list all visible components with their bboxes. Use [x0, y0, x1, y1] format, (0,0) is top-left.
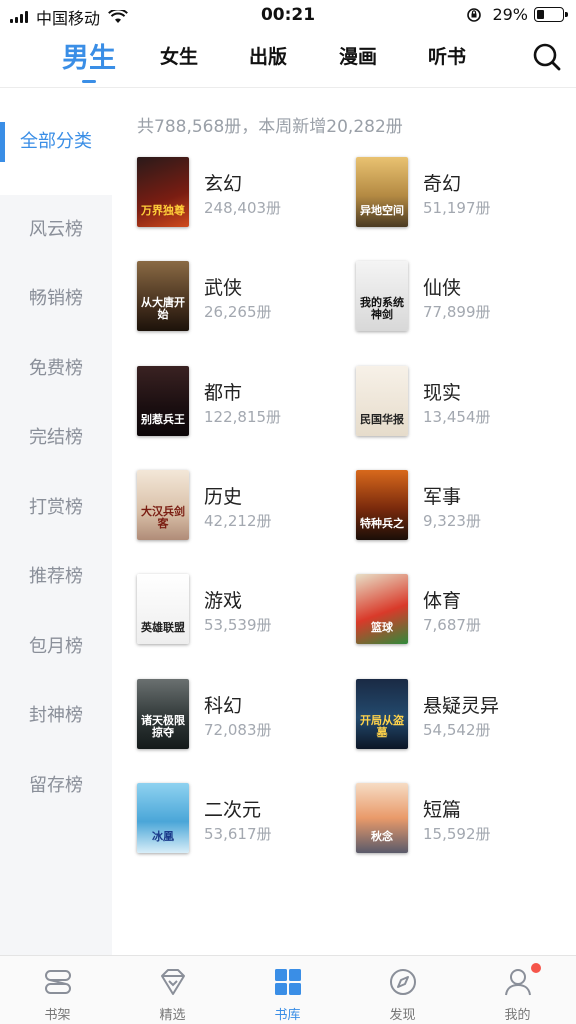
- book-cover: 诸天极限掠夺: [137, 679, 189, 749]
- category-count: 42,212册: [204, 512, 272, 530]
- book-cover: 英雄联盟: [137, 574, 189, 644]
- tab-label: 发现: [389, 1008, 416, 1023]
- category-name: 奇幻: [423, 173, 462, 195]
- category-duanpian[interactable]: 秋念 短篇 15,592册: [356, 783, 556, 857]
- category-name: 现实: [423, 382, 462, 404]
- category-count: 9,323册: [423, 512, 481, 530]
- tab-audiobook[interactable]: 听书: [428, 42, 466, 69]
- category-count: 72,083册: [204, 721, 272, 739]
- tab-featured[interactable]: 精选: [115, 956, 230, 1024]
- tab-female[interactable]: 女生: [160, 42, 198, 69]
- book-cover: 大汉兵剑客: [137, 470, 189, 540]
- category-junshi[interactable]: 特种兵之 军事 9,323册: [356, 470, 556, 544]
- category-xianshi[interactable]: 民国华报 现实 13,454册: [356, 366, 556, 440]
- book-cover: 特种兵之: [356, 470, 408, 540]
- book-cover: 从大唐开始: [137, 261, 189, 331]
- category-qihuan[interactable]: 异地空间 奇幻 51,197册: [356, 157, 556, 231]
- category-dushi[interactable]: 别惹兵王 都市 122,815册: [137, 366, 337, 440]
- book-cover: 篮球: [356, 574, 408, 644]
- top-nav: 男生 女生 出版 漫画 听书: [0, 30, 576, 88]
- tab-bookshelf[interactable]: 书架: [0, 956, 115, 1024]
- sidebar-item-reward[interactable]: 打赏榜: [0, 473, 112, 543]
- category-count: 26,265册: [204, 303, 272, 321]
- library-summary: 共788,568册，本周新增20,282册: [137, 117, 403, 137]
- user-icon: [505, 969, 531, 996]
- tab-comics[interactable]: 漫画: [339, 42, 377, 69]
- grid-icon: [275, 969, 301, 995]
- category-wuxia[interactable]: 从大唐开始 武侠 26,265册: [137, 261, 337, 335]
- sidebar-item-bestseller[interactable]: 畅销榜: [0, 264, 112, 334]
- category-lishi[interactable]: 大汉兵剑客 历史 42,212册: [137, 470, 337, 544]
- sidebar-item-all-categories[interactable]: 全部分类: [0, 89, 112, 195]
- sidebar-item-free[interactable]: 免费榜: [0, 334, 112, 404]
- category-count: 53,539册: [204, 616, 272, 634]
- category-count: 54,542册: [423, 721, 491, 739]
- category-tiyu[interactable]: 篮球 体育 7,687册: [356, 574, 556, 648]
- tab-label: 书库: [274, 1008, 301, 1023]
- category-count: 15,592册: [423, 825, 491, 843]
- book-cover: 别惹兵王: [137, 366, 189, 436]
- category-name: 都市: [204, 382, 243, 404]
- category-kehuan[interactable]: 诸天极限掠夺 科幻 72,083册: [137, 679, 337, 753]
- battery-icon: [534, 7, 568, 22]
- notification-badge: [531, 963, 541, 973]
- status-right: 29%: [466, 5, 568, 24]
- tab-profile[interactable]: 我的: [460, 956, 575, 1024]
- tab-publish[interactable]: 出版: [249, 42, 287, 69]
- rotation-lock-icon: [467, 7, 482, 22]
- battery-percent: 29%: [492, 5, 528, 24]
- book-cover: 秋念: [356, 783, 408, 853]
- status-bar: 中国移动 00:21 29%: [0, 0, 576, 30]
- tab-male[interactable]: 男生: [62, 36, 116, 83]
- category-count: 51,197册: [423, 199, 491, 217]
- sidebar-item-retention[interactable]: 留存榜: [0, 751, 112, 821]
- category-youxi[interactable]: 英雄联盟 游戏 53,539册: [137, 574, 337, 648]
- category-count: 122,815册: [204, 408, 282, 426]
- book-cover: 冰凰: [137, 783, 189, 853]
- category-name: 游戏: [204, 590, 243, 612]
- category-xuanhuan[interactable]: 万界独尊 玄幻 248,403册: [137, 157, 337, 231]
- bookshelf-icon: [45, 970, 71, 994]
- tab-discover[interactable]: 发现: [345, 956, 460, 1024]
- tab-label: 精选: [159, 1008, 186, 1023]
- bottom-tab-bar: 书架 精选 书库 发现 我的: [0, 955, 576, 1024]
- book-cover: 异地空间: [356, 157, 408, 227]
- category-erciyuan[interactable]: 冰凰 二次元 53,617册: [137, 783, 337, 857]
- compass-icon: [390, 969, 416, 995]
- category-name: 科幻: [204, 695, 243, 717]
- sidebar: 全部分类 风云榜 畅销榜 免费榜 完结榜 打赏榜 推荐榜 包月榜 封神榜 留存榜: [0, 89, 112, 955]
- category-xianxia[interactable]: 我的系统神剑 仙侠 77,899册: [356, 261, 556, 335]
- sidebar-item-monthly[interactable]: 包月榜: [0, 612, 112, 682]
- book-cover: 民国华报: [356, 366, 408, 436]
- category-name: 仙侠: [423, 277, 462, 299]
- tab-label: 书架: [44, 1008, 71, 1023]
- category-count: 7,687册: [423, 616, 481, 634]
- book-cover: 我的系统神剑: [356, 261, 408, 331]
- category-name: 历史: [204, 486, 243, 508]
- category-xuanyi[interactable]: 开局从盗墓 悬疑灵异 54,542册: [356, 679, 556, 753]
- category-count: 13,454册: [423, 408, 491, 426]
- book-cover: 开局从盗墓: [356, 679, 408, 749]
- category-name: 短篇: [423, 799, 462, 821]
- sidebar-item-fengshen[interactable]: 封神榜: [0, 681, 112, 751]
- category-name: 悬疑灵异: [423, 695, 500, 717]
- tab-library[interactable]: 书库: [230, 956, 345, 1024]
- category-count: 248,403册: [204, 199, 282, 217]
- book-cover: 万界独尊: [137, 157, 189, 227]
- category-name: 玄幻: [204, 173, 243, 195]
- category-name: 体育: [423, 590, 462, 612]
- category-count: 53,617册: [204, 825, 272, 843]
- sidebar-item-completed[interactable]: 完结榜: [0, 403, 112, 473]
- category-name: 军事: [423, 486, 462, 508]
- category-name: 二次元: [204, 799, 262, 821]
- category-name: 武侠: [204, 277, 243, 299]
- sidebar-item-recommend[interactable]: 推荐榜: [0, 542, 112, 612]
- sidebar-item-fengyun[interactable]: 风云榜: [0, 195, 112, 265]
- diamond-icon: [161, 969, 185, 995]
- category-count: 77,899册: [423, 303, 491, 321]
- search-icon[interactable]: [532, 42, 562, 72]
- tab-label: 我的: [504, 1008, 531, 1023]
